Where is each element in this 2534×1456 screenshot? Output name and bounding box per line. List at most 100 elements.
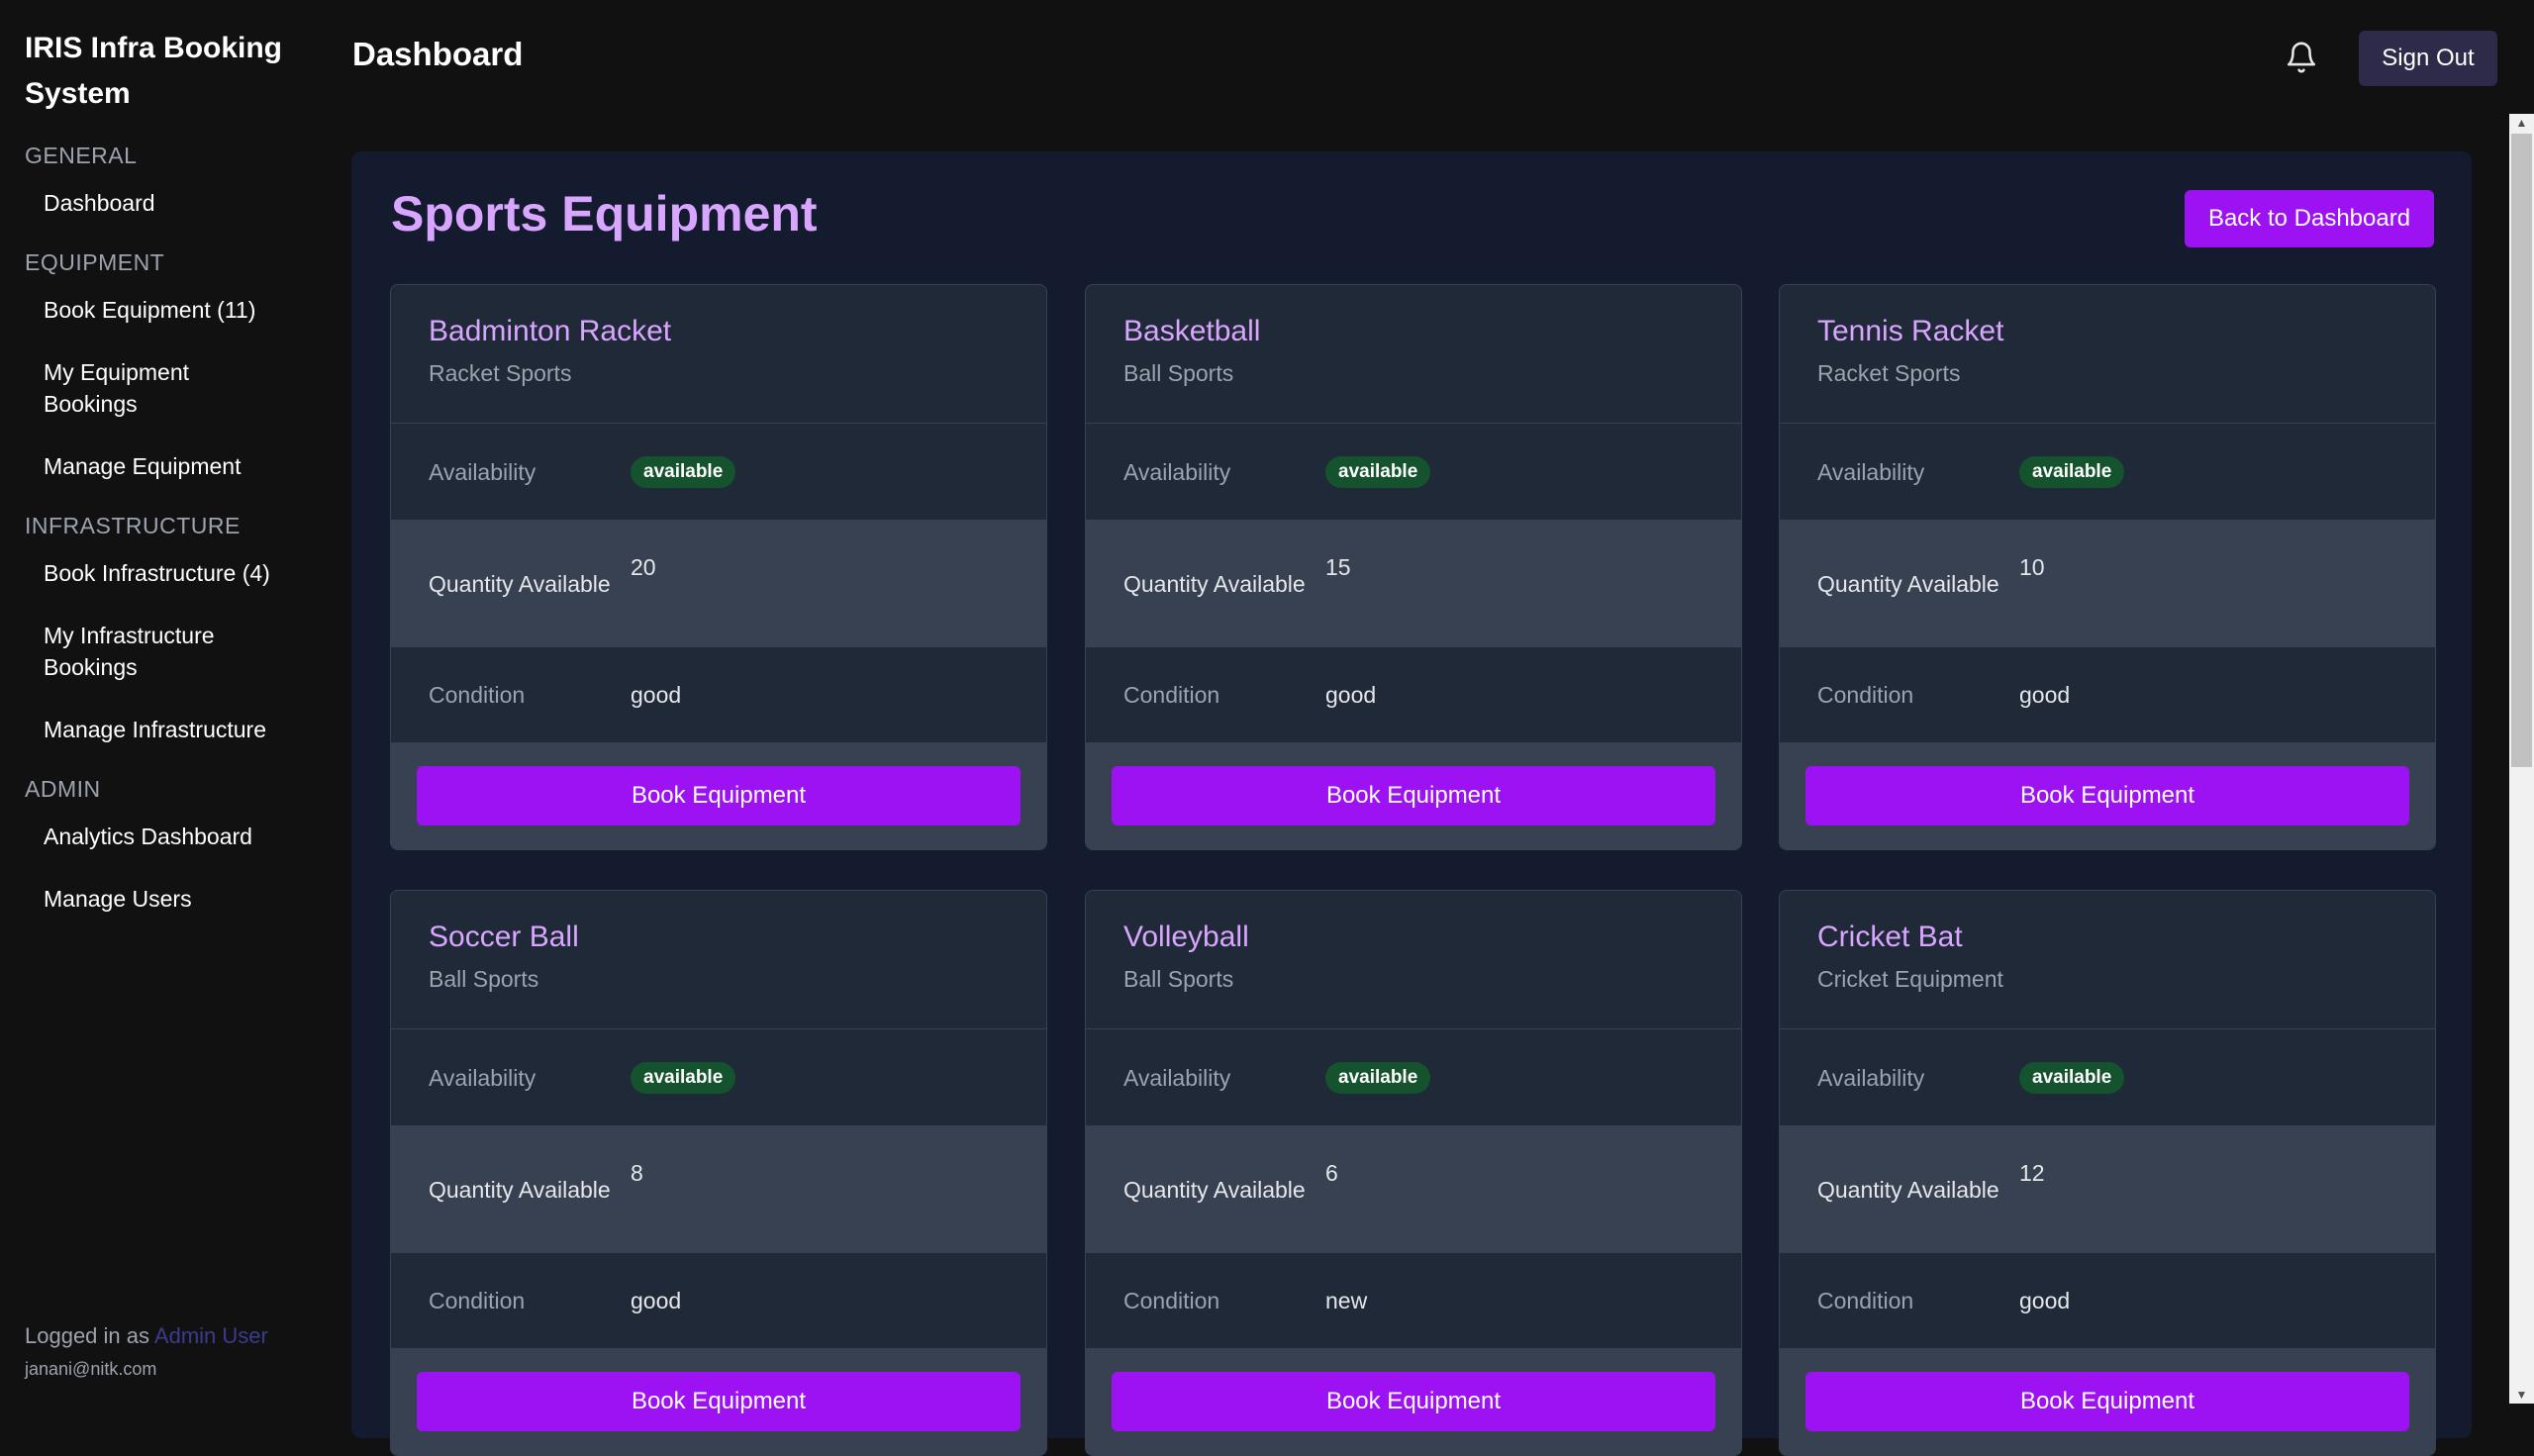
sidebar-item-my-infrastructure-bookings[interactable]: My Infrastructure Bookings bbox=[25, 620, 271, 683]
scroll-up-icon[interactable]: ▲ bbox=[2509, 114, 2534, 132]
card-header: Volleyball Ball Sports bbox=[1086, 891, 1741, 1029]
page-scrollbar[interactable]: ▲ ▼ bbox=[2509, 114, 2534, 1404]
condition-label: Condition bbox=[429, 1288, 526, 1313]
availability-label: Availability bbox=[1123, 458, 1231, 485]
user-email: janani@nitk.com bbox=[25, 1359, 157, 1379]
condition-row: Condition good bbox=[1780, 1253, 2435, 1348]
condition-value: new bbox=[1325, 1287, 1368, 1313]
book-equipment-button[interactable]: Book Equipment bbox=[417, 766, 1021, 825]
equipment-card: Volleyball Ball Sports Availability avai… bbox=[1085, 890, 1742, 1456]
availability-label: Availability bbox=[1817, 458, 1925, 485]
logged-in-prefix: Logged in as bbox=[25, 1323, 149, 1348]
equipment-card: Basketball Ball Sports Availability avai… bbox=[1085, 284, 1742, 850]
availability-label: Availability bbox=[1817, 1064, 1925, 1091]
section-label-admin: ADMIN bbox=[25, 776, 101, 802]
quantity-label: Quantity Available bbox=[429, 571, 611, 597]
section-label-equipment: EQUIPMENT bbox=[25, 249, 165, 275]
sidebar-item-analytics-dashboard[interactable]: Analytics Dashboard bbox=[25, 821, 271, 852]
equipment-name: Volleyball bbox=[1123, 921, 1249, 953]
equipment-card: Soccer Ball Ball Sports Availability ava… bbox=[390, 890, 1047, 1456]
card-header: Cricket Bat Cricket Equipment bbox=[1780, 891, 2435, 1029]
availability-row: Availability available bbox=[1780, 424, 2435, 521]
availability-row: Availability available bbox=[391, 424, 1046, 521]
condition-label: Condition bbox=[1817, 1288, 1914, 1313]
condition-row: Condition new bbox=[1086, 1253, 1741, 1348]
sidebar-item-book-equipment[interactable]: Book Equipment (11) bbox=[25, 294, 271, 326]
scroll-down-icon[interactable]: ▼ bbox=[2509, 1386, 2534, 1404]
equipment-category: Ball Sports bbox=[1123, 966, 1234, 992]
book-equipment-button[interactable]: Book Equipment bbox=[417, 1372, 1021, 1431]
condition-row: Condition good bbox=[391, 1253, 1046, 1348]
sidebar-item-manage-equipment[interactable]: Manage Equipment bbox=[25, 450, 271, 482]
condition-value: good bbox=[2019, 1287, 2071, 1313]
quantity-row: Quantity Available 8 bbox=[391, 1126, 1046, 1253]
quantity-value: 15 bbox=[1325, 554, 1351, 580]
book-equipment-button[interactable]: Book Equipment bbox=[1112, 1372, 1715, 1431]
bell-icon[interactable] bbox=[2285, 40, 2318, 75]
availability-label: Availability bbox=[1123, 1064, 1231, 1091]
equipment-name: Badminton Racket bbox=[429, 315, 672, 347]
condition-value: good bbox=[1325, 681, 1377, 708]
quantity-value: 20 bbox=[631, 554, 656, 580]
equipment-panel: Sports Equipment Back to Dashboard Badmi… bbox=[351, 151, 2472, 1456]
availability-label: Availability bbox=[429, 458, 536, 485]
quantity-value: 6 bbox=[1325, 1160, 1338, 1186]
status-badge: available bbox=[1325, 455, 1431, 488]
condition-label: Condition bbox=[1123, 682, 1220, 708]
card-footer: Book Equipment bbox=[1780, 1348, 2435, 1455]
page-title: Dashboard bbox=[352, 36, 524, 72]
section-title: Sports Equipment bbox=[391, 186, 818, 242]
availability-row: Availability available bbox=[1780, 1029, 2435, 1126]
card-header: Tennis Racket Racket Sports bbox=[1780, 285, 2435, 424]
scrollbar-thumb[interactable] bbox=[2511, 134, 2532, 767]
quantity-value: 12 bbox=[2019, 1160, 2045, 1186]
availability-row: Availability available bbox=[1086, 1029, 1741, 1126]
condition-label: Condition bbox=[1817, 682, 1914, 708]
logged-in-text: Logged in as Admin User bbox=[25, 1323, 268, 1349]
condition-label: Condition bbox=[429, 682, 526, 708]
quantity-label: Quantity Available bbox=[1817, 1177, 1999, 1203]
card-header: Soccer Ball Ball Sports bbox=[391, 891, 1046, 1029]
logged-in-user: Admin User bbox=[153, 1323, 268, 1348]
quantity-label: Quantity Available bbox=[1123, 1177, 1306, 1203]
equipment-card: Cricket Bat Cricket Equipment Availabili… bbox=[1779, 890, 2436, 1456]
sign-out-button[interactable]: Sign Out bbox=[2359, 31, 2497, 86]
app-title: IRIS Infra Booking System bbox=[25, 32, 283, 110]
back-to-dashboard-button[interactable]: Back to Dashboard bbox=[2185, 190, 2434, 247]
equipment-category: Racket Sports bbox=[1817, 360, 1961, 386]
sidebar-item-my-equipment-bookings[interactable]: My Equipment Bookings bbox=[25, 356, 271, 420]
card-footer: Book Equipment bbox=[1086, 742, 1741, 849]
top-bar: Dashboard bbox=[327, 0, 2534, 114]
equipment-category: Ball Sports bbox=[429, 966, 539, 992]
equipment-category: Ball Sports bbox=[1123, 360, 1234, 386]
card-footer: Book Equipment bbox=[1780, 742, 2435, 849]
quantity-value: 10 bbox=[2019, 554, 2045, 580]
quantity-row: Quantity Available 15 bbox=[1086, 521, 1741, 647]
condition-row: Condition good bbox=[1780, 647, 2435, 742]
equipment-name: Cricket Bat bbox=[1817, 921, 1963, 953]
quantity-row: Quantity Available 12 bbox=[1780, 1126, 2435, 1253]
equipment-name: Soccer Ball bbox=[429, 921, 579, 953]
availability-label: Availability bbox=[429, 1064, 536, 1091]
book-equipment-button[interactable]: Book Equipment bbox=[1805, 1372, 2409, 1431]
book-equipment-button[interactable]: Book Equipment bbox=[1112, 766, 1715, 825]
sidebar-item-dashboard[interactable]: Dashboard bbox=[25, 187, 271, 219]
quantity-label: Quantity Available bbox=[429, 1177, 611, 1203]
sidebar-item-manage-infrastructure[interactable]: Manage Infrastructure bbox=[25, 714, 271, 745]
status-badge: available bbox=[631, 455, 736, 488]
status-badge: available bbox=[2019, 455, 2125, 488]
card-footer: Book Equipment bbox=[391, 1348, 1046, 1455]
sidebar: IRIS Infra Booking System GENERAL Dashbo… bbox=[0, 0, 327, 1404]
equipment-card: Badminton Racket Racket Sports Availabil… bbox=[390, 284, 1047, 850]
quantity-row: Quantity Available 10 bbox=[1780, 521, 2435, 647]
equipment-name: Basketball bbox=[1123, 315, 1261, 347]
availability-row: Availability available bbox=[1086, 424, 1741, 521]
sidebar-item-book-infrastructure[interactable]: Book Infrastructure (4) bbox=[25, 557, 271, 589]
equipment-category: Racket Sports bbox=[429, 360, 572, 386]
book-equipment-button[interactable]: Book Equipment bbox=[1805, 766, 2409, 825]
condition-value: good bbox=[631, 1287, 682, 1313]
sidebar-item-manage-users[interactable]: Manage Users bbox=[25, 883, 271, 915]
quantity-value: 8 bbox=[631, 1160, 643, 1186]
quantity-label: Quantity Available bbox=[1123, 571, 1306, 597]
equipment-card: Tennis Racket Racket Sports Availability… bbox=[1779, 284, 2436, 850]
